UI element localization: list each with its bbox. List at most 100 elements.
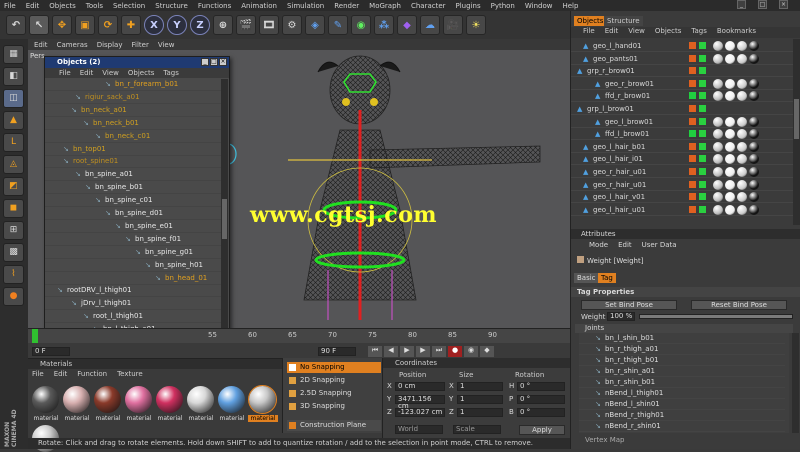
size-field[interactable]: 1 bbox=[457, 408, 503, 417]
joint-item[interactable]: ↘ nBend_r_shin01 bbox=[579, 421, 785, 432]
joint-item[interactable]: ↘ bn_r_shin_b01 bbox=[579, 377, 785, 388]
axis-mode-icon[interactable]: L bbox=[3, 133, 24, 152]
object-row[interactable]: ↘ bn_neck_c01 bbox=[45, 131, 221, 143]
objects-window-scrollbar[interactable] bbox=[221, 79, 228, 363]
material-swatch[interactable] bbox=[218, 386, 245, 413]
snap-option[interactable]: 2.5D Snapping bbox=[287, 388, 381, 399]
right-object-row[interactable]: ▲ grp_l_brow01 bbox=[571, 103, 793, 115]
coord-mode-select[interactable]: World bbox=[395, 425, 443, 434]
materials-menu-texture[interactable]: Texture bbox=[117, 370, 143, 381]
object-row[interactable]: ↘ jDrv_l_thigh01 bbox=[45, 298, 221, 311]
x-axis-lock-button[interactable]: X bbox=[144, 15, 164, 35]
menu-python[interactable]: Python bbox=[491, 2, 515, 10]
move-icon[interactable]: ✥ bbox=[52, 15, 72, 35]
material-swatch[interactable] bbox=[156, 386, 183, 413]
object-row[interactable]: ↘ rootDRV_l_thigh01 bbox=[45, 285, 221, 298]
joint-item[interactable]: ↘ nBend_r_thigh01 bbox=[579, 410, 785, 421]
viewport-menu-filter[interactable]: Filter bbox=[132, 41, 149, 49]
material-swatch[interactable] bbox=[125, 386, 152, 413]
pen-icon[interactable]: ✎ bbox=[328, 15, 348, 35]
right-object-row[interactable]: ▲ geo_l_hair_b01 bbox=[571, 141, 793, 153]
checker-icon[interactable]: ▩ bbox=[3, 243, 24, 262]
frame-end-field[interactable]: 90 F bbox=[318, 347, 356, 356]
frame-start-field[interactable]: 0 F bbox=[32, 347, 70, 356]
object-row[interactable]: ↘ bn_spine_d01 bbox=[45, 208, 221, 220]
rotation-field[interactable]: 0 ° bbox=[517, 408, 565, 417]
workplane-icon[interactable]: ⊞ bbox=[3, 221, 24, 240]
joint-item[interactable]: ↘ bn_r_thigh_b01 bbox=[579, 355, 785, 366]
construction-plane-item[interactable]: Construction Plane bbox=[287, 420, 381, 431]
tab-basic[interactable]: Basic bbox=[574, 273, 599, 283]
joint-item[interactable]: ↘ bn_r_shin_a01 bbox=[579, 366, 785, 377]
prev-key-icon[interactable]: ◀ bbox=[384, 346, 398, 357]
attributes-menu-user-data[interactable]: User Data bbox=[642, 241, 677, 251]
timeline-ruler[interactable]: 55 60 65 70 75 80 85 90 bbox=[28, 329, 570, 343]
object-row[interactable]: ↘ bn_spine_f01 bbox=[45, 234, 221, 246]
coordinate-system-icon[interactable]: ⊕ bbox=[213, 15, 233, 35]
minimize-icon[interactable]: _ bbox=[201, 58, 209, 66]
right-menu-bookmarks[interactable]: Bookmarks bbox=[717, 27, 756, 38]
go-end-icon[interactable]: ⏭ bbox=[432, 346, 446, 357]
right-object-row[interactable]: ▲ ffd_r_brow01 bbox=[571, 90, 793, 103]
right-object-row[interactable]: ▲ geo_l_hair_i01 bbox=[571, 153, 793, 166]
render-settings-icon[interactable]: ⚙ bbox=[282, 15, 302, 35]
material-swatch[interactable] bbox=[94, 386, 121, 413]
rotation-field[interactable]: 0 ° bbox=[517, 395, 565, 404]
right-object-row[interactable]: ▲ geo_l_hair_v01 bbox=[571, 191, 793, 204]
object-row[interactable]: ↘ bn_spine_h01 bbox=[45, 260, 221, 272]
right-objects-scrollbar[interactable] bbox=[793, 39, 800, 225]
menu-character[interactable]: Character bbox=[411, 2, 446, 10]
viewport-menu-view[interactable]: View bbox=[158, 41, 175, 49]
object-row[interactable]: ↘ bn_spine_e01 bbox=[45, 221, 221, 233]
menu-file[interactable]: File bbox=[4, 2, 16, 10]
right-menu-tags[interactable]: Tags bbox=[691, 27, 707, 38]
weight-field[interactable]: 100 % bbox=[607, 312, 635, 321]
position-field[interactable]: 3471.156 cm bbox=[395, 395, 445, 410]
snap-option[interactable]: 2D Snapping bbox=[287, 375, 381, 386]
materials-menu-file[interactable]: File bbox=[32, 370, 44, 381]
objects-floating-window[interactable]: Objects (2) _ □ × File Edit View Objects Tag… bbox=[44, 56, 230, 364]
points-mode-icon[interactable]: ◬ bbox=[3, 155, 24, 174]
reset-bind-pose-button[interactable]: Reset Bind Pose bbox=[691, 300, 787, 310]
viewport-menu-cameras[interactable]: Cameras bbox=[57, 41, 88, 49]
timeline-playhead[interactable] bbox=[32, 329, 38, 343]
make-editable-icon[interactable]: ▦ bbox=[3, 45, 24, 64]
materials-menu-function[interactable]: Function bbox=[77, 370, 107, 381]
object-row[interactable]: ↘ bn_spine_a01 bbox=[45, 169, 221, 182]
edges-mode-icon[interactable]: ◩ bbox=[3, 177, 24, 196]
app-close-icon[interactable]: × bbox=[779, 0, 788, 9]
play-icon[interactable]: ▶ bbox=[400, 346, 414, 357]
live-selection-icon[interactable]: ↖ bbox=[29, 15, 49, 35]
right-menu-objects[interactable]: Objects bbox=[655, 27, 681, 38]
joint-item[interactable]: ↘ nBend_l_shin01 bbox=[579, 399, 785, 410]
objects-window-tree[interactable]: ↘ bn_r_forearm_b01 ↘ rigiur_sack_a01 ↘ bn_nec… bbox=[45, 79, 221, 363]
position-field[interactable]: -123.027 cm bbox=[395, 408, 445, 417]
record-icon[interactable]: ● bbox=[448, 346, 462, 357]
menu-simulation[interactable]: Simulation bbox=[287, 2, 324, 10]
next-key-icon[interactable]: ▶ bbox=[416, 346, 430, 357]
object-row[interactable]: ↘ bn_neck_a01 bbox=[45, 105, 221, 117]
object-row[interactable]: ↘ bn_spine_c01 bbox=[45, 195, 221, 208]
undo-icon[interactable]: ↶ bbox=[6, 15, 26, 35]
viewport-menu-display[interactable]: Display bbox=[97, 41, 123, 49]
rotate-icon[interactable]: ⟳ bbox=[98, 15, 118, 35]
y-axis-lock-button[interactable]: Y bbox=[167, 15, 187, 35]
materials-menu-edit[interactable]: Edit bbox=[54, 370, 68, 381]
joint-item[interactable]: ↘ bn_l_shin_b01 bbox=[579, 333, 785, 344]
camera-icon[interactable]: 🎥 bbox=[443, 15, 463, 35]
paint-icon[interactable]: ● bbox=[3, 287, 24, 306]
size-field[interactable]: 1 bbox=[457, 395, 503, 404]
tab-structure[interactable]: Structure bbox=[604, 16, 643, 26]
right-menu-view[interactable]: View bbox=[628, 27, 645, 38]
object-mode-icon[interactable]: ◫ bbox=[3, 89, 24, 108]
object-row[interactable]: ↘ root_l_thigh01 bbox=[45, 311, 221, 324]
objects-menu-objects[interactable]: Objects bbox=[128, 69, 154, 77]
menu-animation[interactable]: Animation bbox=[241, 2, 277, 10]
material-swatch[interactable] bbox=[248, 385, 277, 414]
keyframe-icon[interactable]: ◆ bbox=[480, 346, 494, 357]
right-menu-edit[interactable]: Edit bbox=[605, 27, 619, 38]
rotation-field[interactable]: 0 ° bbox=[517, 382, 565, 391]
timeline[interactable]: 55 60 65 70 75 80 85 90 0 F 90 F ⏮ ◀ ▶ ▶ ⏭ ● ◉ … bbox=[28, 328, 570, 358]
objects-menu-edit[interactable]: Edit bbox=[80, 69, 94, 77]
right-object-row[interactable]: ▲ ffd_l_brow01 bbox=[571, 128, 793, 141]
